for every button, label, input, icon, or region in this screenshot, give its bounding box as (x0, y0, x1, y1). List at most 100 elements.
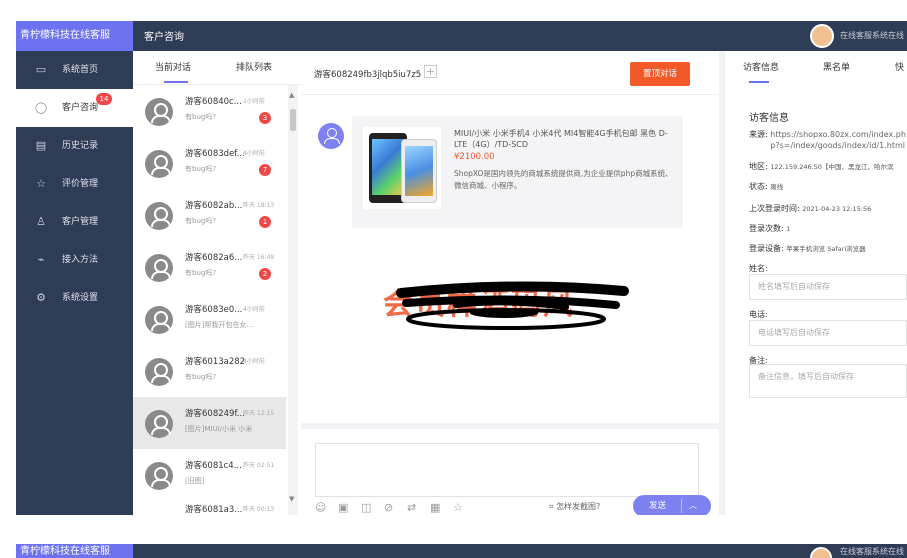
conversation-item[interactable]: 游客60840c... 1小时前 有bug吗? 3 (133, 85, 286, 137)
pin-conversation-button[interactable]: 置顶对话 (630, 62, 690, 86)
plug-icon: ⌁ (37, 253, 45, 266)
name-field[interactable]: 姓名填写后自动保存 (749, 274, 907, 300)
name-label: 姓名: (749, 264, 768, 273)
unread-count: 3 (259, 112, 271, 124)
visitor-id: 游客608249fb3jlqb5iu7z5 (314, 70, 422, 80)
sidebar-item-consult[interactable]: ◯ 客户咨询 14 (16, 89, 133, 127)
chevron-up-icon[interactable]: ︿ (689, 495, 697, 515)
avatar (145, 254, 173, 282)
sidebar-item-access[interactable]: ⌁ 接入方法 (16, 241, 133, 279)
conversation-item[interactable]: 游客6081c4... 昨天 02:51 [旧图] (133, 449, 286, 501)
device-row: 登录设备: 苹果手机浏览 Safari浏览器 (749, 244, 866, 253)
conversation-item[interactable]: 游客6013a282 4小时前 有bug吗? (133, 345, 286, 397)
list-tabs: 当前对话 排队列表 (133, 51, 301, 85)
source-url[interactable]: https://shopxo.80zx.com/index.php?s=/ind… (770, 129, 907, 151)
agent-avatar[interactable] (810, 24, 834, 48)
note-field[interactable]: 备注信息，填写后自动保存 (749, 364, 907, 398)
agent-status: 在线客服系统在线 (840, 547, 904, 556)
star-icon: ☆ (36, 177, 46, 190)
avatar (145, 202, 173, 230)
product-image (363, 127, 441, 209)
scroll-thumb[interactable] (290, 109, 296, 131)
list-scrollbar[interactable]: ▲ ▼ (288, 85, 298, 515)
tab-quick[interactable]: 快 (895, 51, 904, 85)
tab-visitor-info[interactable]: 访客信息 (743, 51, 779, 85)
avatar (145, 150, 173, 178)
sidebar-item-customers[interactable]: ♙ 客户管理 (16, 203, 133, 241)
status-row: 状态: 离线 (749, 182, 784, 191)
compose-area: ☺ ▣ ◫ ⊘ ⇄ ▦ ☆ ⌗ 怎样发截图? 发送 ︿ (301, 423, 719, 515)
message-input[interactable] (315, 443, 699, 497)
active-tab-indicator (164, 81, 188, 83)
app-window: 青柠檬科技在线客服 客户咨询 在线客服系统在线 ▭ 系统首页 ◯ 客户咨询 14 ▤ 历… (16, 21, 907, 515)
avatar (145, 410, 173, 438)
tab-queue[interactable]: 排队列表 (236, 51, 272, 85)
scribble-redaction (396, 281, 629, 330)
scroll-down-icon[interactable]: ▼ (289, 495, 294, 503)
unread-count: 7 (259, 164, 271, 176)
conversation-item[interactable]: 游客6083e0... 4小时前 [图片]帮我开包在女... (133, 293, 286, 345)
avatar (145, 358, 173, 386)
brand-logo: 青柠檬科技在线客服 (16, 21, 133, 51)
screenshot-help-link[interactable]: ⌗ 怎样发截图? (549, 501, 600, 512)
add-icon[interactable]: + (424, 65, 437, 78)
conversation-item[interactable]: 游客6083def... 4小时前 有bug吗? 7 (133, 137, 286, 189)
product-card[interactable]: MIUI/小米 小米手机4 小米4代 MI4智能4G手机包邮 黑色 D-LTE（… (352, 116, 683, 228)
second-window-peek: 青柠檬科技在线客服 在线客服系统在线 (16, 544, 907, 558)
agent-status[interactable]: 在线客服系统在线 (840, 21, 904, 51)
last-login-row: 上次登录时间: 2021-04-23 12:15:56 (749, 204, 872, 213)
transfer-icon[interactable]: ⇄ (407, 501, 416, 514)
page-title: 客户咨询 (144, 32, 184, 43)
tab-blacklist[interactable]: 黑名单 (823, 51, 850, 85)
info-heading: 访客信息 (749, 113, 789, 124)
star-icon[interactable]: ☆ (453, 501, 463, 514)
note-icon[interactable]: ▦ (430, 501, 440, 514)
region-row: 地区: 122.159.246.50【中国、黑龙江、哈尔滨 (749, 162, 894, 171)
brand-logo: 青柠檬科技在线客服 (16, 544, 133, 558)
avatar (145, 98, 173, 126)
login-count-row: 登录次数: 1 (749, 224, 791, 233)
source-row: 来源: https://shopxo.80zx.com/index.php?s=… (749, 129, 907, 151)
info-tabs: 访客信息 黑名单 快 (725, 51, 907, 85)
visitor-info-panel: 访客信息 黑名单 快 访客信息 来源: https://shopxo.80zx.… (725, 51, 907, 515)
crop-icon: ⌗ (549, 502, 557, 511)
folder-icon[interactable]: ◫ (361, 501, 371, 514)
unread-badge: 14 (96, 93, 112, 105)
monitor-icon: ▭ (35, 63, 47, 76)
image-icon[interactable]: ▣ (338, 501, 348, 514)
sidebar-item-history[interactable]: ▤ 历史记录 (16, 127, 133, 165)
gear-icon: ⚙ (36, 291, 46, 304)
chat-header: 游客608249fb3jlqb5iu7z5 + 置顶对话 (301, 51, 719, 95)
top-bar: 青柠檬科技在线客服 客户咨询 在线客服系统在线 (16, 21, 907, 51)
product-title: MIUI/小米 小米手机4 小米4代 MI4智能4G手机包邮 黑色 D-LTE（… (454, 129, 668, 149)
unread-count: 1 (259, 216, 271, 228)
product-price: ¥2100.00 (454, 152, 495, 162)
conversation-item-selected[interactable]: 游客608249f... 昨天 12:15 [图片]MIUI/小米 小米 (133, 397, 286, 449)
unread-count: 2 (259, 268, 271, 280)
chat-panel: 游客608249fb3jlqb5iu7z5 + 置顶对话 MIUI/小米 小米手… (301, 51, 719, 515)
conversation-item[interactable]: 游客6082a6... 昨天 16:49 有bug吗? 2 (133, 241, 286, 293)
conversation-item[interactable]: 游客6081a3... 昨天 00:13 (133, 501, 286, 515)
agent-avatar (810, 547, 832, 558)
scroll-up-icon[interactable]: ▲ (289, 91, 294, 99)
phone-label: 电话: (749, 310, 768, 319)
calendar-icon: ▤ (35, 139, 47, 152)
conversation-item[interactable]: 游客6082ab... 昨天 18:13 有bug吗? 1 (133, 189, 286, 241)
visitor-avatar (318, 123, 344, 149)
sidebar-item-settings[interactable]: ⚙ 系统设置 (16, 279, 133, 317)
active-tab-indicator (749, 81, 769, 83)
user-icon: ♙ (36, 215, 46, 228)
phone-field[interactable]: 电话填写后自动保存 (749, 320, 907, 346)
product-description: ShopXO是国内领先的商城系统提供商,为企业提供php商城系统、微信商城、小程… (454, 169, 673, 190)
block-icon[interactable]: ⊘ (384, 501, 393, 514)
chat-bubble-icon: ◯ (34, 101, 48, 114)
emoji-icon[interactable]: ☺ (315, 501, 326, 514)
tab-current[interactable]: 当前对话 (155, 51, 191, 85)
conversation-list-panel: 当前对话 排队列表 游客60840c... 1小时前 有bug吗? 3 游客6083d… (133, 51, 301, 515)
avatar (145, 462, 173, 490)
sidebar: ▭ 系统首页 ◯ 客户咨询 14 ▤ 历史记录 ☆ 评价管理 ♙ 客户管理 ⌁ 接入方法 ⚙ 系… (16, 51, 133, 515)
send-button[interactable]: 发送 ︿ (633, 495, 711, 515)
sidebar-item-rating[interactable]: ☆ 评价管理 (16, 165, 133, 203)
avatar (145, 306, 173, 334)
sidebar-item-home[interactable]: ▭ 系统首页 (16, 51, 133, 89)
